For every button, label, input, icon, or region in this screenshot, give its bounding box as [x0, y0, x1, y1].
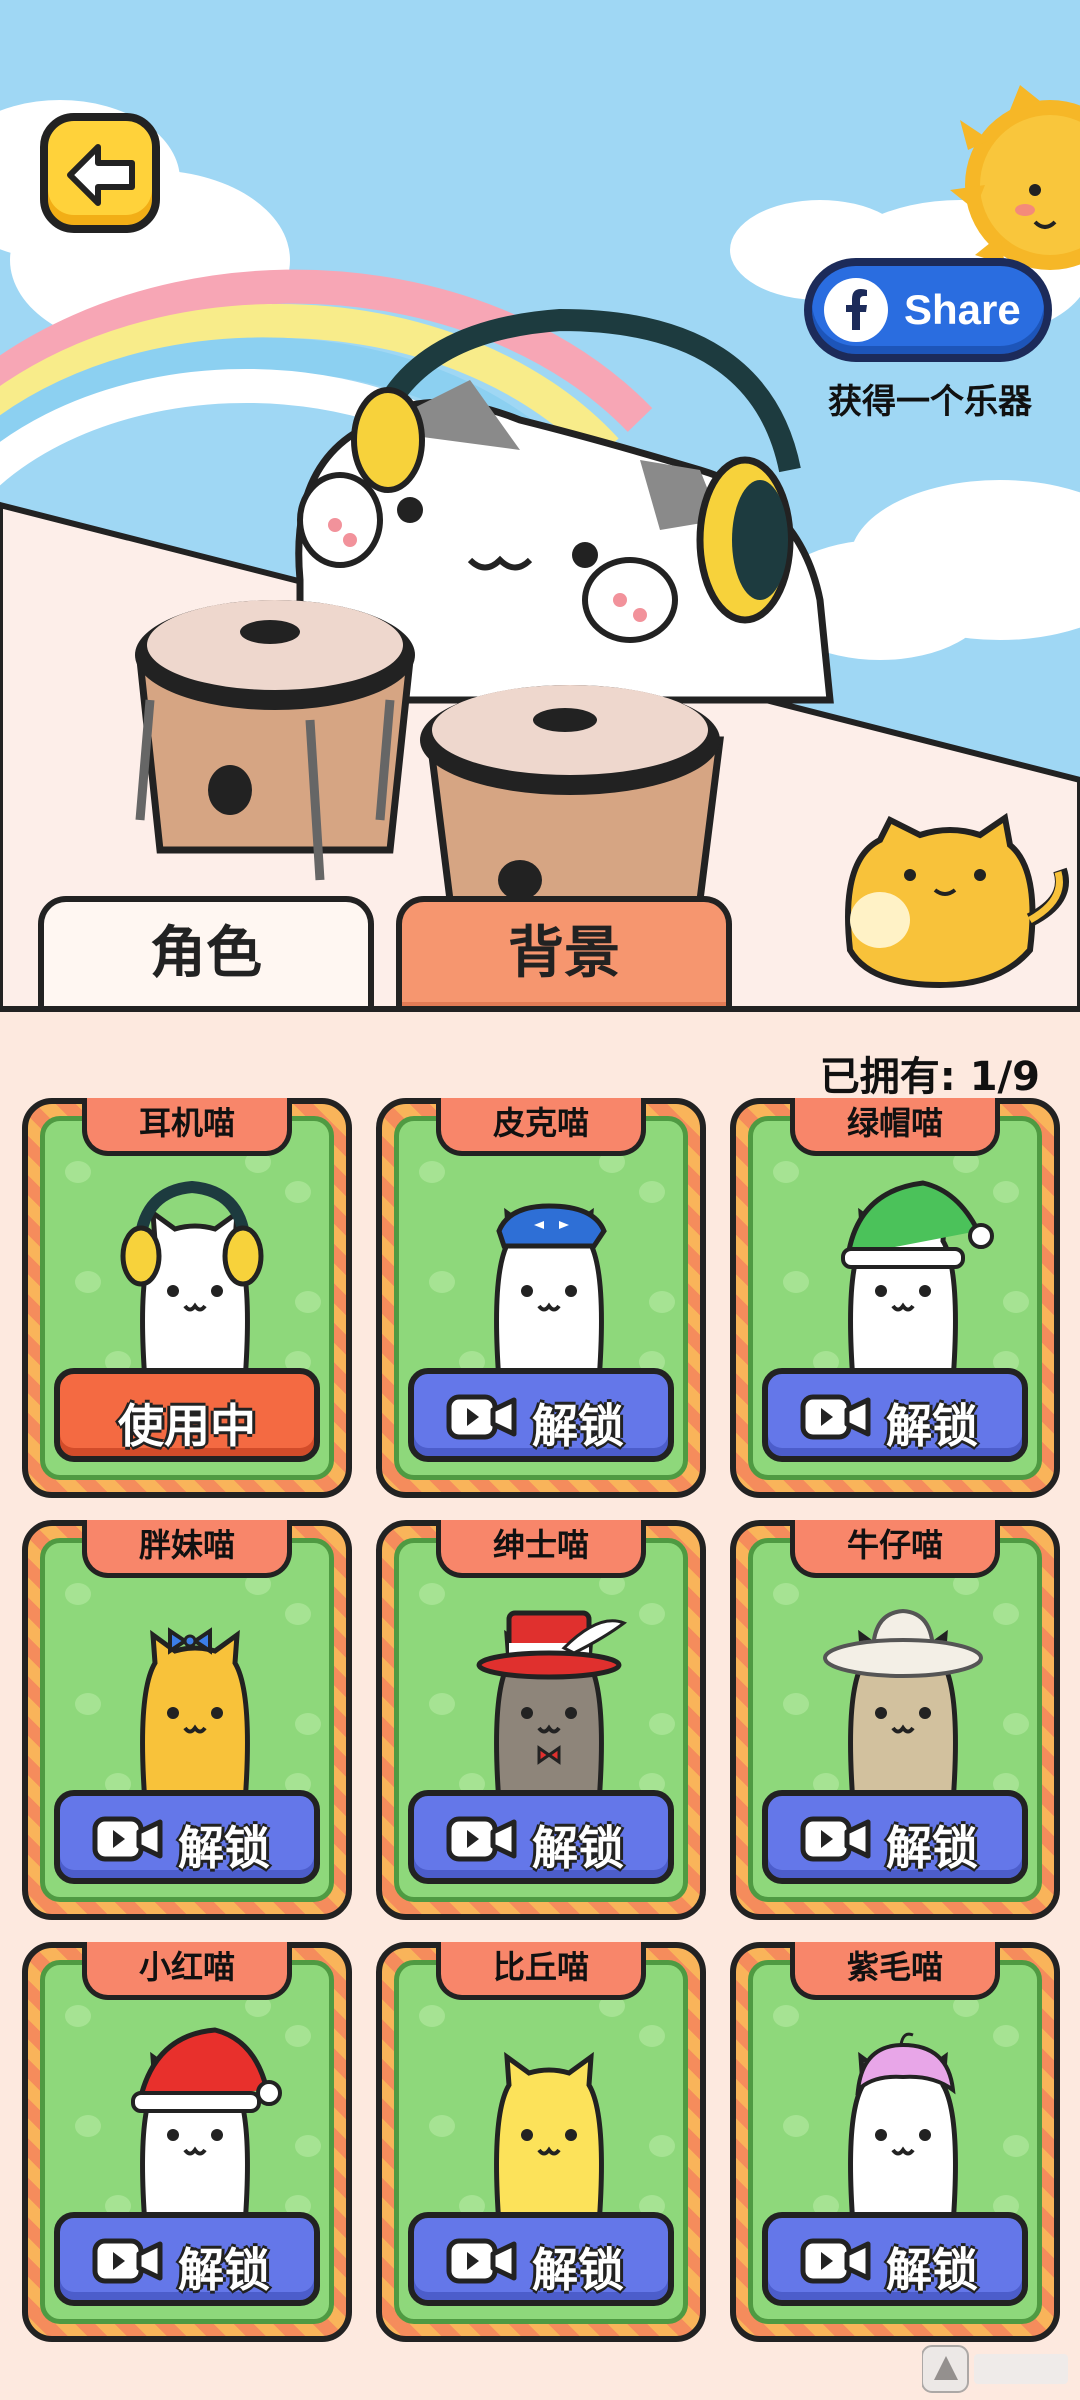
- action-label: 解锁: [886, 1399, 978, 1453]
- action-label: 解锁: [532, 2243, 624, 2297]
- action-label: 解锁: [178, 1821, 270, 1875]
- character-name: 胖妹喵: [82, 1520, 292, 1578]
- tab-background[interactable]: 背景: [396, 896, 732, 1010]
- action-label: 解锁: [178, 2243, 270, 2297]
- character-name: 比丘喵: [436, 1942, 646, 2000]
- unlock-button[interactable]: 解锁: [762, 2212, 1028, 2306]
- unlock-button[interactable]: 解锁: [54, 1790, 320, 1884]
- character-name: 耳机喵: [82, 1098, 292, 1156]
- preview-scene: [0, 0, 1080, 1010]
- share-button[interactable]: Share: [804, 258, 1052, 362]
- unlock-button[interactable]: 解锁: [408, 2212, 674, 2306]
- action-label: 解锁: [886, 2243, 978, 2297]
- character-card[interactable]: 牛仔喵解锁: [730, 1520, 1060, 1920]
- arrow-left-icon: [67, 144, 135, 206]
- share-reward-text: 获得一个乐器: [828, 382, 1032, 422]
- video-icon: [800, 2238, 871, 2284]
- unlock-button[interactable]: 解锁: [408, 1790, 674, 1884]
- video-icon: [446, 1816, 517, 1862]
- character-name: 小红喵: [82, 1942, 292, 2000]
- action-label: 解锁: [532, 1399, 624, 1453]
- scene-illustration: [0, 0, 1080, 1010]
- tab-character[interactable]: 角色: [38, 896, 374, 1010]
- action-label: 解锁: [886, 1821, 978, 1875]
- character-card[interactable]: 胖妹喵解锁: [22, 1520, 352, 1920]
- unlock-button[interactable]: 解锁: [54, 2212, 320, 2306]
- character-card[interactable]: 小红喵解锁: [22, 1942, 352, 2342]
- owned-count: 已拥有: 1/9: [819, 1054, 1040, 1100]
- character-name: 皮克喵: [436, 1098, 646, 1156]
- share-label: Share: [904, 286, 1021, 333]
- unlock-button[interactable]: 解锁: [408, 1368, 674, 1462]
- video-icon: [800, 1816, 871, 1862]
- in-use-button[interactable]: 使用中: [54, 1368, 320, 1462]
- action-label: 使用中: [118, 1399, 256, 1453]
- unlock-button[interactable]: 解锁: [762, 1790, 1028, 1884]
- character-card[interactable]: 紫毛喵解锁: [730, 1942, 1060, 2342]
- watermark-logo: [921, 2344, 1072, 2394]
- facebook-icon: [824, 278, 888, 342]
- video-icon: [92, 2238, 163, 2284]
- video-icon: [446, 2238, 517, 2284]
- character-card[interactable]: 比丘喵解锁: [376, 1942, 706, 2342]
- character-card[interactable]: 耳机喵 使用中: [22, 1098, 352, 1498]
- character-name: 绅士喵: [436, 1520, 646, 1578]
- video-icon: [800, 1394, 871, 1440]
- character-name: 牛仔喵: [790, 1520, 1000, 1578]
- character-name: 紫毛喵: [790, 1942, 1000, 2000]
- divider: [0, 1006, 1080, 1012]
- video-icon: [446, 1394, 517, 1440]
- character-card[interactable]: 绅士喵解锁: [376, 1520, 706, 1920]
- character-card[interactable]: 绿帽喵解锁: [730, 1098, 1060, 1498]
- character-card[interactable]: 皮克喵解锁: [376, 1098, 706, 1498]
- action-label: 解锁: [532, 1821, 624, 1875]
- back-button[interactable]: [40, 113, 160, 233]
- character-name: 绿帽喵: [790, 1098, 1000, 1156]
- unlock-button[interactable]: 解锁: [762, 1368, 1028, 1462]
- video-icon: [92, 1816, 163, 1862]
